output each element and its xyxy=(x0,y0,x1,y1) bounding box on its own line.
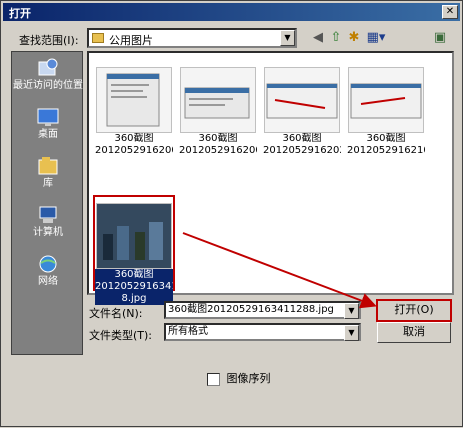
file-thumbnail xyxy=(348,67,424,133)
filename-label: 文件名(N): xyxy=(89,307,143,320)
back-icon[interactable]: ◀ xyxy=(309,29,327,47)
desktop-icon xyxy=(37,107,59,127)
place-label: 网络 xyxy=(38,276,58,287)
place-label: 库 xyxy=(43,178,53,189)
file-name-line1: 360截图 xyxy=(366,133,406,144)
title-bar: 打开 ✕ xyxy=(3,3,460,21)
filename-field[interactable]: 360截图20120529163411288.jpg ▼ xyxy=(164,301,361,319)
image-sequence-label: 图像序列 xyxy=(226,372,271,385)
place-label: 计算机 xyxy=(33,227,63,238)
file-name-line2: 20120529162009... xyxy=(179,145,257,156)
network-icon xyxy=(37,254,59,274)
filename-value: 360截图20120529163411288.jpg xyxy=(168,304,334,315)
place-recent[interactable]: 最近访问的位置 xyxy=(12,58,84,92)
chevron-down-icon[interactable]: ▼ xyxy=(344,303,359,319)
view-menu-icon[interactable]: ▦▾ xyxy=(364,29,388,47)
file-item[interactable]: 360截图 20120529162009... xyxy=(179,67,257,157)
preview-toggle-icon[interactable]: ▣ xyxy=(431,29,449,47)
file-name-line1: 360截图 xyxy=(198,133,238,144)
filetype-label: 文件类型(T): xyxy=(89,329,153,342)
close-icon[interactable]: ✕ xyxy=(442,5,458,19)
file-name-line3: 8.jpg xyxy=(95,293,173,305)
file-list[interactable]: 360截图 20120529162009... 360截图 2012052916… xyxy=(87,51,454,305)
file-name-line1: 360截图 xyxy=(95,269,173,281)
new-folder-icon[interactable]: ✱ xyxy=(345,29,363,47)
file-item[interactable]: 360截图 20120529162009... xyxy=(95,67,173,157)
recent-places-icon xyxy=(37,58,59,78)
lookin-dropdown[interactable]: 公用图片 ▼ xyxy=(87,28,297,48)
file-thumbnail xyxy=(180,67,256,133)
library-icon xyxy=(37,156,59,176)
file-name-line2: 201205291634112 xyxy=(95,281,173,293)
place-network[interactable]: 网络 xyxy=(12,254,84,288)
image-sequence-option[interactable]: 图像序列 xyxy=(207,370,271,386)
place-label: 桌面 xyxy=(38,129,58,140)
place-label: 最近访问的位置 xyxy=(13,80,83,91)
place-computer[interactable]: 计算机 xyxy=(12,205,84,239)
filetype-value: 所有格式 xyxy=(168,326,208,337)
file-item[interactable]: 360截图 20120529162020... xyxy=(263,67,341,157)
places-bar: 最近访问的位置 桌面 库 计算机 网络 xyxy=(11,51,83,355)
file-thumbnail xyxy=(264,67,340,133)
lookin-value: 公用图片 xyxy=(109,34,153,47)
file-thumbnail xyxy=(96,67,172,133)
chevron-down-icon[interactable]: ▼ xyxy=(280,30,295,46)
place-library[interactable]: 库 xyxy=(12,156,84,190)
folder-icon xyxy=(92,33,104,43)
lookin-label: 查找范围(I): xyxy=(19,34,79,47)
filetype-dropdown[interactable]: 所有格式 ▼ xyxy=(164,323,361,341)
file-thumbnail xyxy=(96,203,172,269)
window-title: 打开 xyxy=(9,7,31,20)
open-button[interactable]: 打开(O) xyxy=(376,299,452,322)
file-name-line1: 360截图 xyxy=(282,133,322,144)
open-dialog: 打开 ✕ 查找范围(I): 公用图片 ▼ ◀ ⇧ ✱ ▦▾ ▣ 最近访问的位置 … xyxy=(0,0,463,427)
place-desktop[interactable]: 桌面 xyxy=(12,107,84,141)
file-name-line2: 20120529162009... xyxy=(95,145,173,156)
chevron-down-icon[interactable]: ▼ xyxy=(344,325,359,341)
computer-icon xyxy=(37,205,59,225)
cancel-button[interactable]: 取消 xyxy=(377,322,451,343)
file-name-line2: 20120529162105... xyxy=(347,145,425,156)
file-name-line2: 20120529162020... xyxy=(263,145,341,156)
file-item[interactable]: 360截图 20120529162105... xyxy=(347,67,425,157)
file-item-selected[interactable]: 360截图 201205291634112 8.jpg xyxy=(95,203,173,305)
up-folder-icon[interactable]: ⇧ xyxy=(327,29,345,47)
file-name-line1: 360截图 xyxy=(114,133,154,144)
image-sequence-checkbox[interactable] xyxy=(207,372,220,386)
